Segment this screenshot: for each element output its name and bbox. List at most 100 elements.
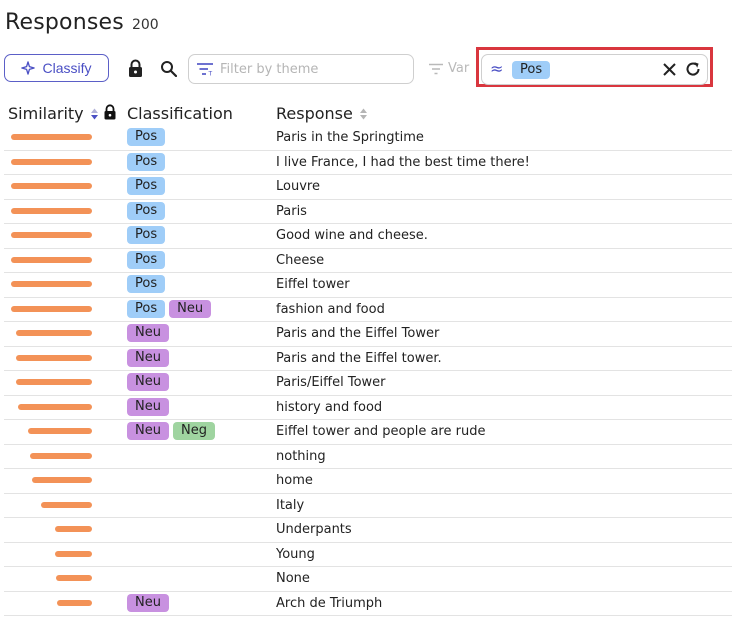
- sort-icon[interactable]: [359, 108, 368, 120]
- classification-chip[interactable]: Neu: [127, 397, 169, 416]
- classification-chip[interactable]: Pos: [127, 128, 166, 146]
- classification-tags: Pos Neu: [127, 299, 212, 318]
- classification-header-label: Classification: [127, 104, 233, 123]
- response-column-header[interactable]: Response: [276, 104, 368, 123]
- classification-chip[interactable]: Neu: [169, 299, 212, 318]
- classification-chip[interactable]: Neu: [127, 373, 169, 391]
- response-text: None: [276, 571, 310, 586]
- var-label: Var: [448, 61, 470, 76]
- table-row[interactable]: Pos Paris: [4, 200, 732, 224]
- table-row[interactable]: None: [4, 567, 732, 592]
- classification-tags: Pos: [127, 152, 166, 171]
- similarity-column-header[interactable]: Similarity: [8, 104, 99, 123]
- response-text: fashion and food: [276, 301, 385, 317]
- classification-chip[interactable]: Pos: [127, 250, 166, 269]
- sparkle-icon: [21, 61, 36, 75]
- table-row[interactable]: Pos Good wine and cheese.: [4, 224, 732, 249]
- similarity-bar: [16, 354, 92, 361]
- similarity-bar: [28, 428, 92, 434]
- similarity-bar: [11, 183, 92, 189]
- classification-tags: Pos: [127, 275, 166, 293]
- similarity-bar: [16, 379, 92, 385]
- response-text: nothing: [276, 448, 326, 464]
- close-icon[interactable]: [662, 62, 677, 77]
- table-row[interactable]: nothing: [4, 445, 732, 469]
- similarity-bar: [56, 575, 92, 581]
- similarity-bar: [11, 134, 92, 140]
- response-text: home: [276, 473, 313, 488]
- response-text: Louvre: [276, 179, 320, 194]
- search-icon[interactable]: [160, 60, 177, 77]
- classification-tags: Neu Neg: [127, 422, 215, 440]
- table-row[interactable]: Pos Eiffel tower: [4, 273, 732, 298]
- response-text: Paris and the Eiffel Tower: [276, 326, 440, 341]
- response-count: 200: [131, 17, 159, 33]
- svg-text:T: T: [208, 71, 213, 77]
- table-row[interactable]: Italy: [4, 494, 732, 518]
- table-row[interactable]: Pos I live France, I had the best time th…: [4, 151, 732, 175]
- similarity-bar: [11, 207, 92, 214]
- table-row[interactable]: home: [4, 469, 732, 494]
- similarity-bar: [30, 452, 92, 459]
- classification-chip[interactable]: Pos: [127, 299, 166, 318]
- sort-icon[interactable]: [90, 108, 99, 120]
- response-header-label: Response: [276, 104, 353, 123]
- classification-chip[interactable]: Pos: [127, 275, 166, 293]
- table-row[interactable]: Neu history and food: [4, 396, 732, 420]
- classification-chip[interactable]: Neu: [127, 324, 169, 342]
- response-text: Good wine and cheese.: [276, 228, 428, 243]
- response-text: I live France, I had the best time there…: [276, 154, 530, 170]
- classification-chip[interactable]: Pos: [127, 226, 166, 244]
- classification-tags: Neu: [127, 593, 169, 612]
- classification-chip[interactable]: Pos: [127, 201, 166, 220]
- table-row[interactable]: Pos Louvre: [4, 175, 732, 200]
- response-text: Underpants: [276, 522, 352, 537]
- similarity-bar: [11, 281, 92, 287]
- response-text: Paris and the Eiffel tower.: [276, 350, 442, 366]
- classify-button[interactable]: Classify: [4, 54, 109, 82]
- table-row[interactable]: Young: [4, 543, 732, 567]
- theme-filter-field[interactable]: T: [188, 54, 414, 84]
- response-text: Paris in the Springtime: [276, 130, 424, 145]
- similarity-filter-chip[interactable]: Pos: [512, 61, 551, 79]
- similarity-bar: [16, 330, 92, 336]
- response-text: Paris/Eiffel Tower: [276, 375, 386, 390]
- classification-chip[interactable]: Neu: [127, 348, 169, 367]
- classification-column-header[interactable]: Classification: [127, 104, 233, 123]
- similarity-filter[interactable]: ≈ Pos: [481, 54, 708, 85]
- similarity-bar: [57, 599, 92, 606]
- variable-filter[interactable]: Var: [428, 61, 469, 76]
- table-row[interactable]: Neu Paris/Eiffel Tower: [4, 371, 732, 396]
- response-text: Paris: [276, 203, 307, 219]
- lock-icon[interactable]: [127, 59, 144, 78]
- table-row[interactable]: Neu Paris and the Eiffel tower.: [4, 347, 732, 371]
- page-header: Responses 200: [5, 10, 159, 35]
- table-row[interactable]: Underpants: [4, 518, 732, 543]
- table-row[interactable]: Neu Neg Eiffel tower and people are rude: [4, 420, 732, 445]
- filter-icon: T: [197, 63, 213, 77]
- table-row[interactable]: Neu Arch de Triumph: [4, 592, 732, 616]
- classification-chip[interactable]: Pos: [127, 177, 166, 195]
- similarity-bar: [11, 158, 92, 165]
- classification-chip[interactable]: Neg: [172, 422, 215, 440]
- theme-filter-input[interactable]: [218, 60, 402, 78]
- lock-icon[interactable]: [103, 104, 117, 120]
- table-row[interactable]: Neu Paris and the Eiffel Tower: [4, 322, 732, 347]
- classification-tags: Pos: [127, 201, 166, 220]
- refresh-icon[interactable]: [685, 61, 701, 77]
- response-text: Young: [276, 546, 315, 562]
- classify-label: Classify: [42, 60, 92, 76]
- classification-chip[interactable]: Neu: [127, 593, 169, 612]
- toolbar: Classify T Var ≈ Pos: [0, 47, 732, 88]
- table-row[interactable]: Pos Neu fashion and food: [4, 298, 732, 322]
- table-row[interactable]: Pos Paris in the Springtime: [4, 126, 732, 151]
- classification-chip[interactable]: Neu: [127, 422, 169, 440]
- similarity-bar: [18, 403, 92, 410]
- classification-tags: Neu: [127, 373, 169, 391]
- response-table: Pos Paris in the Springtime Pos I live Fran…: [4, 126, 732, 616]
- filter-lines-icon: [429, 63, 443, 74]
- response-text: Eiffel tower: [276, 277, 350, 292]
- classification-chip[interactable]: Pos: [127, 152, 166, 171]
- classification-tags: Pos: [127, 128, 166, 146]
- table-row[interactable]: Pos Cheese: [4, 249, 732, 273]
